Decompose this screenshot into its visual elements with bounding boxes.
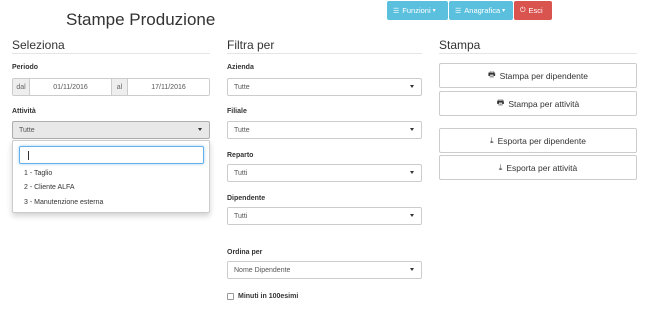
reparto-value: Tutti: [234, 169, 248, 177]
esporta-per-dipendente-button[interactable]: ⤓ Esporta per dipendente: [439, 128, 637, 153]
caret-down-icon: ▾: [432, 8, 436, 14]
print-icon: 🖶: [488, 69, 496, 79]
filiale-value: Tutte: [234, 126, 250, 134]
esci-button[interactable]: ⏻ Esci: [514, 1, 552, 20]
ordina-value: Nome Dipendente: [234, 266, 291, 274]
power-icon: ⏻: [520, 6, 526, 14]
filiale-select[interactable]: Tutte: [227, 121, 422, 139]
filiale-label: Filiale: [227, 108, 247, 115]
caret-down-icon: [410, 85, 414, 88]
dipendente-label: Dipendente: [227, 195, 266, 202]
ordina-label: Ordina per: [227, 249, 263, 256]
caret-down-icon: [410, 268, 414, 271]
reparto-select[interactable]: Tutti: [227, 164, 422, 182]
periodo-label: Periodo: [12, 64, 39, 71]
caret-down-icon: ▾: [502, 8, 506, 14]
minuti-checkbox[interactable]: [227, 293, 234, 300]
stampa-per-attivita-button[interactable]: 🖶 Stampa per attività: [439, 91, 637, 116]
ordina-select[interactable]: Nome Dipendente: [227, 261, 422, 279]
azienda-select[interactable]: Tutte: [227, 78, 422, 96]
stampa-dipendente-label: Stampa per dipendente: [499, 70, 588, 81]
esporta-attivita-label: Esporta per attività: [506, 162, 578, 173]
anagrafica-label: Anagrafica: [464, 6, 501, 15]
dipendente-select[interactable]: Tutti: [227, 207, 422, 225]
caret-down-icon: [410, 214, 414, 217]
seleziona-heading: Seleziona: [12, 38, 65, 52]
divider: [12, 53, 210, 54]
azienda-value: Tutte: [234, 83, 250, 91]
top-nav: ☰ Funzioni ▾ ☰ Anagrafica ▾ ⏻ Esci: [387, 1, 553, 20]
dropdown-option[interactable]: 2 - Cliente ALFA: [24, 184, 75, 191]
dropdown-search-input[interactable]: [19, 146, 204, 164]
dropdown-option[interactable]: 1 - Taglio: [24, 170, 52, 177]
minuti-label: Minuti in 100esimi: [238, 293, 299, 300]
reparto-label: Reparto: [227, 152, 254, 159]
esporta-dipendente-label: Esporta per dipendente: [497, 135, 586, 146]
al-addon: al: [111, 79, 128, 95]
date-to-input[interactable]: 17/11/2016: [128, 79, 209, 95]
periodo-input-group: dal 01/11/2016 al 17/11/2016: [12, 78, 210, 96]
esporta-per-attivita-button[interactable]: ⤓ Esporta per attività: [439, 155, 637, 180]
download-icon: ⤓: [490, 135, 494, 145]
attivita-label: Attività: [12, 108, 36, 115]
print-icon: 🖶: [496, 97, 505, 107]
esci-label: Esci: [528, 6, 543, 15]
stampa-attivita-label: Stampa per attività: [508, 98, 580, 109]
caret-down-icon: [198, 128, 202, 131]
attivita-value: Tutte: [19, 126, 35, 134]
stampa-heading: Stampa: [439, 38, 481, 52]
caret-down-icon: [410, 128, 414, 131]
funzioni-label: Funzioni: [402, 6, 431, 15]
filtra-heading: Filtra per: [227, 38, 275, 52]
list-icon: ☰: [455, 7, 462, 15]
text-cursor: [28, 151, 29, 160]
dipendente-value: Tutti: [234, 212, 248, 220]
attivita-dropdown: 1 - Taglio 2 - Cliente ALFA 3 - Manutenz…: [12, 140, 210, 213]
azienda-label: Azienda: [227, 64, 254, 71]
dal-addon: dal: [13, 79, 30, 95]
caret-down-icon: [410, 171, 414, 174]
list-icon: ☰: [393, 7, 400, 15]
date-from-input[interactable]: 01/11/2016: [30, 79, 111, 95]
anagrafica-menu-button[interactable]: ☰ Anagrafica ▾: [449, 1, 513, 20]
dropdown-option[interactable]: 3 - Manutenzione esterna: [24, 199, 103, 206]
page-title: Stampe Produzione: [66, 10, 216, 29]
divider: [439, 53, 637, 54]
download-icon: ⤓: [498, 162, 503, 172]
divider: [227, 53, 422, 54]
attivita-select[interactable]: Tutte: [12, 121, 210, 139]
funzioni-menu-button[interactable]: ☰ Funzioni ▾: [387, 1, 448, 20]
stampa-per-dipendente-button[interactable]: 🖶 Stampa per dipendente: [439, 63, 637, 88]
